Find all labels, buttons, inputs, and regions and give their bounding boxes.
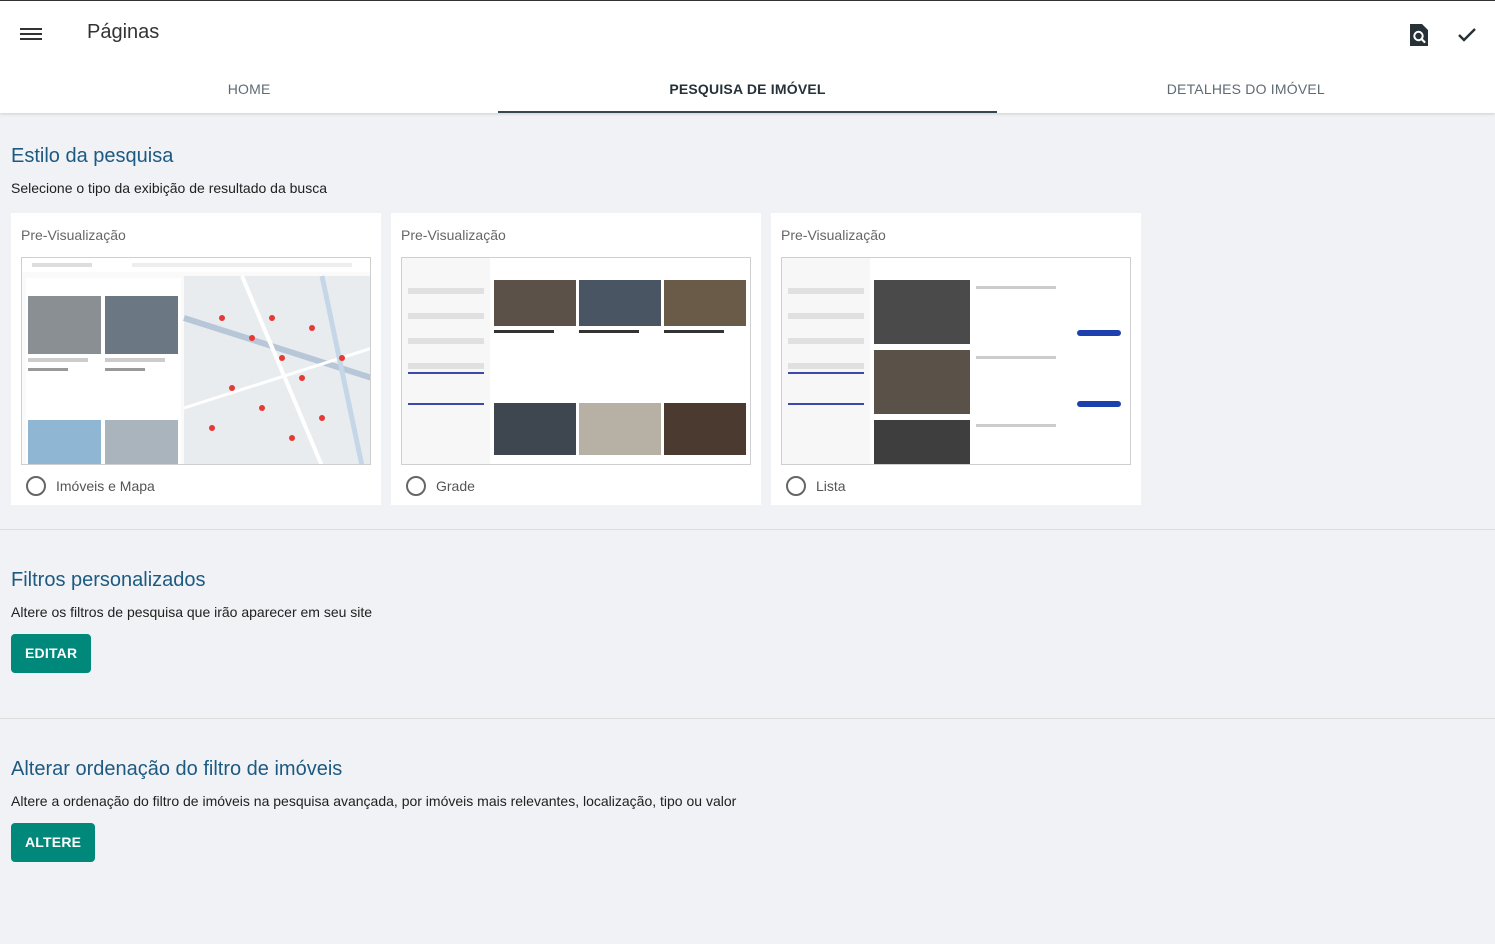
ordering-section: Alterar ordenação do filtro de imóveis A…: [11, 758, 736, 862]
preview-image-list: [781, 257, 1131, 465]
divider: [0, 718, 1495, 719]
style-option-grid-card[interactable]: Pre-Visualização Grade: [391, 213, 761, 505]
option-label-grid: Grade: [436, 478, 475, 494]
style-option-map-card[interactable]: Pre-Visualização Imóveis e Mapa: [11, 213, 381, 505]
section-subtitle: Altere a ordenação do filtro de imóveis …: [11, 793, 737, 809]
section-title: Filtros personalizados: [11, 569, 206, 591]
radio-list[interactable]: [786, 476, 806, 496]
preview-label: Pre-Visualização: [781, 227, 886, 243]
style-option-list-card[interactable]: Pre-Visualização Lista: [771, 213, 1141, 505]
app-header: Páginas HOME PESQUISA DE IMÓVEL DETALHES…: [0, 0, 1495, 113]
section-title: Estilo da pesquisa: [11, 145, 174, 167]
option-label-map: Imóveis e Mapa: [56, 478, 155, 494]
preview-label: Pre-Visualização: [21, 227, 126, 243]
section-subtitle: Selecione o tipo da exibição de resultad…: [11, 180, 327, 196]
tab-bar: HOME PESQUISA DE IMÓVEL DETALHES DO IMÓV…: [0, 65, 1495, 113]
page-search-icon[interactable]: [1408, 23, 1430, 47]
preview-label: Pre-Visualização: [401, 227, 506, 243]
divider: [0, 529, 1495, 530]
preview-image-grid: [401, 257, 751, 465]
radio-grid[interactable]: [406, 476, 426, 496]
tab-property-search[interactable]: PESQUISA DE IMÓVEL: [498, 65, 997, 113]
change-ordering-button[interactable]: ALTERE: [11, 823, 96, 862]
custom-filters-section: Filtros personalizados Altere os filtros…: [11, 569, 372, 673]
search-style-section: Estilo da pesquisa Selecione o tipo da e…: [11, 145, 327, 196]
preview-image-map: [21, 257, 371, 465]
radio-map[interactable]: [26, 476, 46, 496]
section-title: Alterar ordenação do filtro de imóveis: [11, 758, 343, 780]
check-icon[interactable]: [1456, 23, 1478, 45]
menu-icon[interactable]: [20, 25, 42, 43]
tab-home[interactable]: HOME: [0, 65, 498, 113]
tab-property-details[interactable]: DETALHES DO IMÓVEL: [997, 65, 1495, 113]
section-subtitle: Altere os filtros de pesquisa que irão a…: [11, 604, 373, 620]
page-title: Páginas: [87, 21, 160, 43]
edit-filters-button[interactable]: EDITAR: [11, 634, 92, 673]
option-label-list: Lista: [816, 478, 846, 494]
